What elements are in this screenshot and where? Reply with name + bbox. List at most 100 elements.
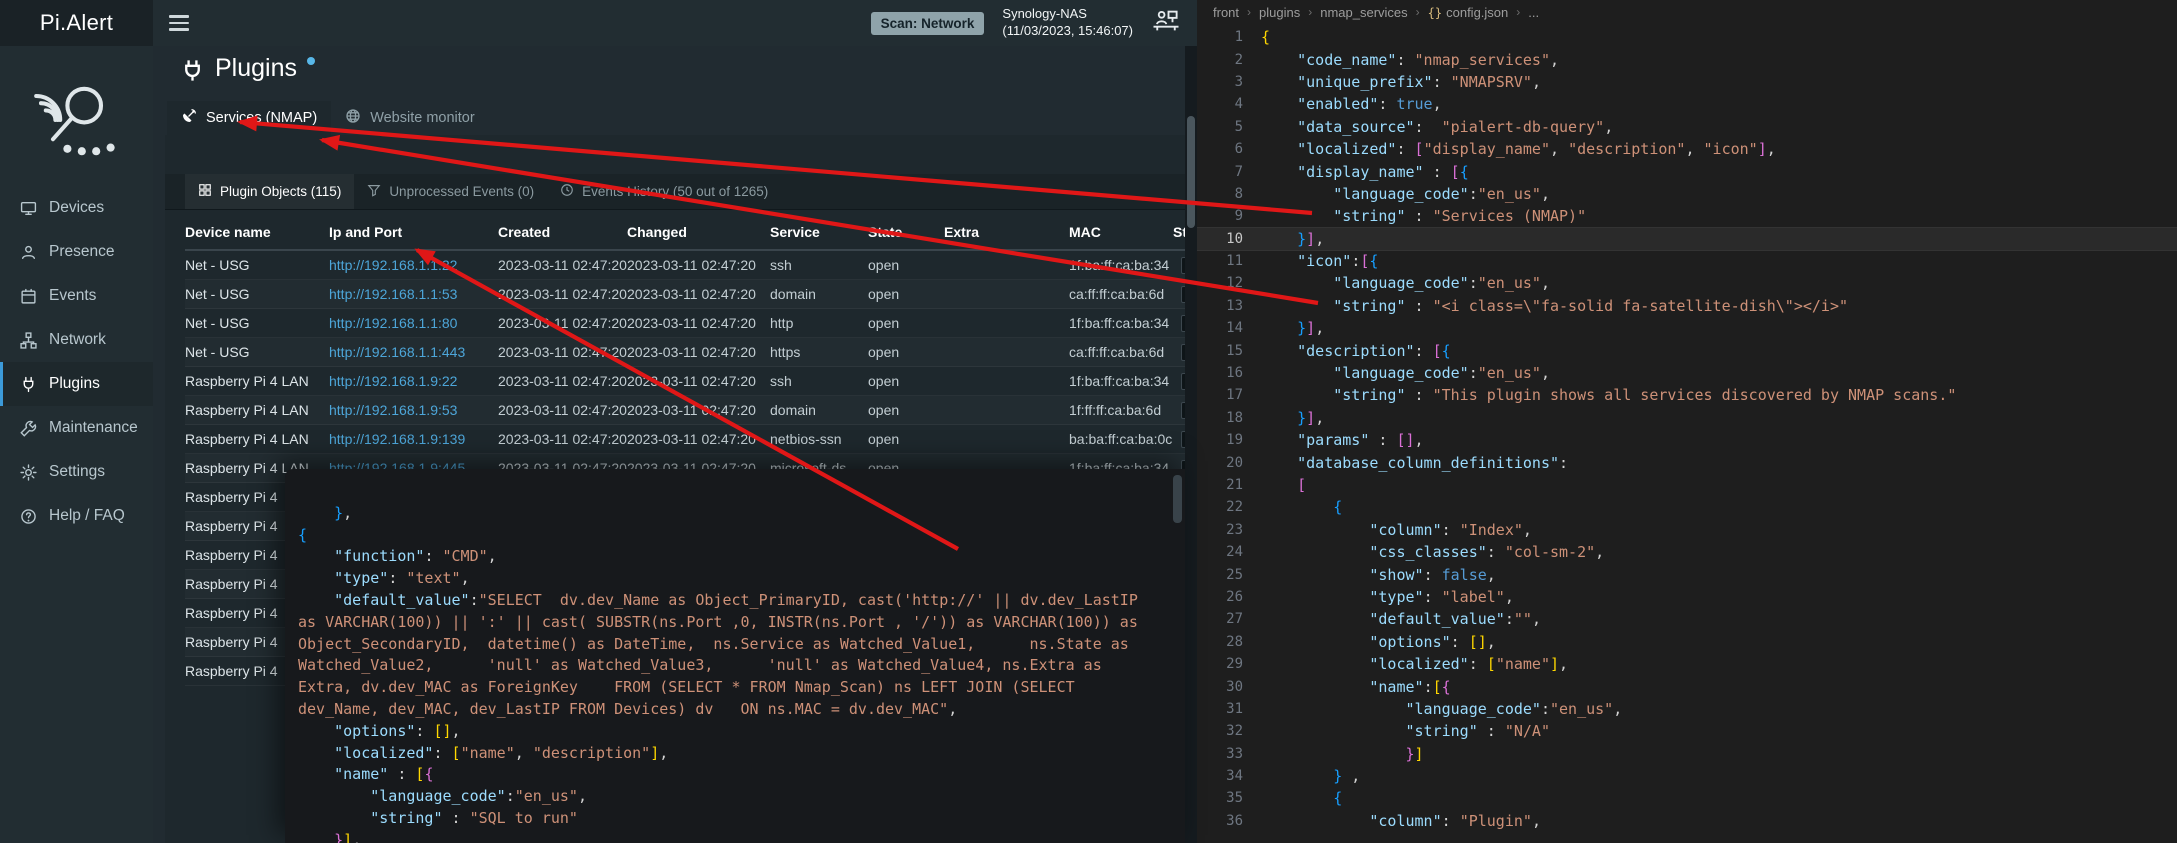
line-code: "language_code":"en_us", [1261, 274, 1550, 292]
host-timestamp: (11/03/2023, 15:46:07) [1002, 23, 1133, 40]
line-number: 36 [1197, 813, 1261, 829]
editor-line[interactable]: 31 "language_code":"en_us", [1197, 698, 2177, 720]
editor-line[interactable]: 22 { [1197, 496, 2177, 518]
editor-line[interactable]: 17 "string" : "This plugin shows all ser… [1197, 384, 2177, 406]
editor-line[interactable]: 3 "unique_prefix": "NMAPSRV", [1197, 71, 2177, 93]
editor-line[interactable]: 24 "css_classes": "col-sm-2", [1197, 541, 2177, 563]
line-number: 10 [1197, 231, 1261, 247]
ip-port-link[interactable]: http://192.168.1.1:22 [329, 257, 498, 273]
editor-line[interactable]: 29 "localized": ["name"], [1197, 653, 2177, 675]
editor-line[interactable]: 4 "enabled": true, [1197, 93, 2177, 115]
editor-line[interactable]: 27 "default_value":"", [1197, 608, 2177, 630]
editor-line[interactable]: 16 "language_code":"en_us", [1197, 362, 2177, 384]
editor-line[interactable]: 7 "display_name" : [{ [1197, 160, 2177, 182]
editor-line[interactable]: 25 "show": false, [1197, 563, 2177, 585]
subtab-unprocessed-events-0[interactable]: Unprocessed Events (0) [354, 174, 547, 209]
ip-port-link[interactable]: http://192.168.1.1:80 [329, 315, 498, 331]
editor-line[interactable]: 14 }], [1197, 317, 2177, 339]
editor-line[interactable]: 15 "description": [{ [1197, 339, 2177, 361]
editor-line[interactable]: 10 }], [1197, 228, 2177, 250]
line-number: 7 [1197, 164, 1261, 180]
editor-line[interactable]: 23 "column": "Index", [1197, 519, 2177, 541]
editor-line[interactable]: 5 "data_source": "pialert-db-query", [1197, 116, 2177, 138]
device-name-cell: Net - USG [185, 344, 329, 360]
ip-port-link[interactable]: http://192.168.1.9:22 [329, 373, 498, 389]
tab-services-nmap[interactable]: Services (NMAP) [167, 101, 331, 135]
breadcrumb-item-config-json[interactable]: {}config.json [1428, 5, 1509, 20]
editor-line[interactable]: 19 "params" : [], [1197, 429, 2177, 451]
ip-port-link[interactable]: http://192.168.1.1:443 [329, 344, 498, 360]
editor-line[interactable]: 18 }], [1197, 407, 2177, 429]
editor-line[interactable]: 28 "options": [], [1197, 631, 2177, 653]
editor-line[interactable]: 11 "icon":[{ [1197, 250, 2177, 272]
page-title: Plugins [215, 54, 297, 83]
line-code: }], [1261, 409, 1324, 427]
sidebar-item-maintenance[interactable]: Maintenance [0, 406, 153, 450]
tab-website-monitor[interactable]: Website monitor [331, 101, 489, 135]
service-cell: domain [770, 286, 868, 302]
device-name-cell: Net - USG [185, 257, 329, 273]
breadcrumb-item-plugins[interactable]: plugins [1259, 5, 1300, 20]
state-cell: open [868, 344, 944, 360]
editor-line[interactable]: 8 "language_code":"en_us", [1197, 183, 2177, 205]
table-header-row: Device nameIp and PortCreatedChangedServ… [185, 215, 1185, 251]
sidebar-item-plugins[interactable]: Plugins [0, 362, 153, 406]
editor-line[interactable]: 9 "string" : "Services (NMAP)" [1197, 205, 2177, 227]
line-code: { [1261, 498, 1342, 516]
editor-line[interactable]: 2 "code_name": "nmap_services", [1197, 48, 2177, 70]
subtab-events-history-50-out-of-1265[interactable]: Events History (50 out of 1265) [547, 174, 781, 209]
ip-port-link[interactable]: http://192.168.1.1:53 [329, 286, 498, 302]
main-scrollbar[interactable] [1185, 46, 1197, 843]
breadcrumb-item-[interactable]: ... [1528, 5, 1539, 20]
code-editor[interactable]: front›plugins›nmap_services›{}config.jso… [1197, 0, 2177, 843]
editor-line[interactable]: 33 }] [1197, 743, 2177, 765]
sidebar-item-devices[interactable]: Devices [0, 186, 153, 230]
hamburger-menu-icon[interactable] [153, 0, 205, 46]
editor-line[interactable]: 26 "type": "label", [1197, 586, 2177, 608]
column-header-device-name: Device name [185, 224, 329, 240]
state-cell: open [868, 431, 944, 447]
created-cell: 2023-03-11 02:47:20 [498, 402, 627, 418]
line-number: 11 [1197, 253, 1261, 269]
editor-line[interactable]: 35 { [1197, 787, 2177, 809]
sidebar-item-presence[interactable]: Presence [0, 230, 153, 274]
editor-line[interactable]: 1{ [1197, 26, 2177, 48]
editor-line[interactable]: 36 "column": "Plugin", [1197, 810, 2177, 832]
ip-port-link[interactable]: http://192.168.1.9:53 [329, 402, 498, 418]
sidebar-item-settings[interactable]: Settings [0, 450, 153, 494]
column-header-changed: Changed [627, 224, 770, 240]
editor-line[interactable]: 20 "database_column_definitions": [1197, 451, 2177, 473]
editor-line[interactable]: 32 "string" : "N/A" [1197, 720, 2177, 742]
sidebar-item-events[interactable]: Events [0, 274, 153, 318]
service-cell: netbios-ssn [770, 431, 868, 447]
line-number: 31 [1197, 701, 1261, 717]
sidebar-item-label: Events [49, 287, 96, 305]
ip-port-link[interactable]: http://192.168.1.9:139 [329, 431, 498, 447]
editor-line[interactable]: 21 [ [1197, 474, 2177, 496]
device-name-cell: Raspberry Pi 4 LAN [185, 373, 329, 389]
breadcrumb-separator-icon: › [1516, 5, 1520, 19]
created-cell: 2023-03-11 02:47:20 [498, 373, 627, 389]
page-header: Plugins [180, 54, 315, 88]
subtab-plugin-objects-115[interactable]: Plugin Objects (115) [185, 174, 354, 209]
service-cell: https [770, 344, 868, 360]
editor-line[interactable]: 13 "string" : "<i class=\"fa-solid fa-sa… [1197, 295, 2177, 317]
sidebar-item-help-faq[interactable]: Help / FAQ [0, 494, 153, 538]
editor-line[interactable]: 6 "localized": ["display_name", "descrip… [1197, 138, 2177, 160]
brand-logo[interactable]: Pi.Alert [0, 0, 153, 46]
line-number: 21 [1197, 477, 1261, 493]
overlay-scrollbar[interactable] [1173, 473, 1182, 837]
breadcrumb-item-nmap-services[interactable]: nmap_services [1320, 5, 1407, 20]
line-number: 34 [1197, 768, 1261, 784]
table-row: Net - USGhttp://192.168.1.1:222023-03-11… [185, 251, 1185, 280]
breadcrumb-item-front[interactable]: front [1213, 5, 1239, 20]
main-scrollbar-thumb[interactable] [1187, 116, 1195, 228]
overlay-scrollbar-thumb[interactable] [1173, 475, 1182, 523]
editor-line[interactable]: 30 "name":[{ [1197, 675, 2177, 697]
line-code: "options": [], [1261, 633, 1496, 651]
column-header-extra: Extra [944, 224, 1069, 240]
editor-line[interactable]: 34 } , [1197, 765, 2177, 787]
sidebar-item-network[interactable]: Network [0, 318, 153, 362]
editor-line[interactable]: 12 "language_code":"en_us", [1197, 272, 2177, 294]
line-number: 8 [1197, 186, 1261, 202]
